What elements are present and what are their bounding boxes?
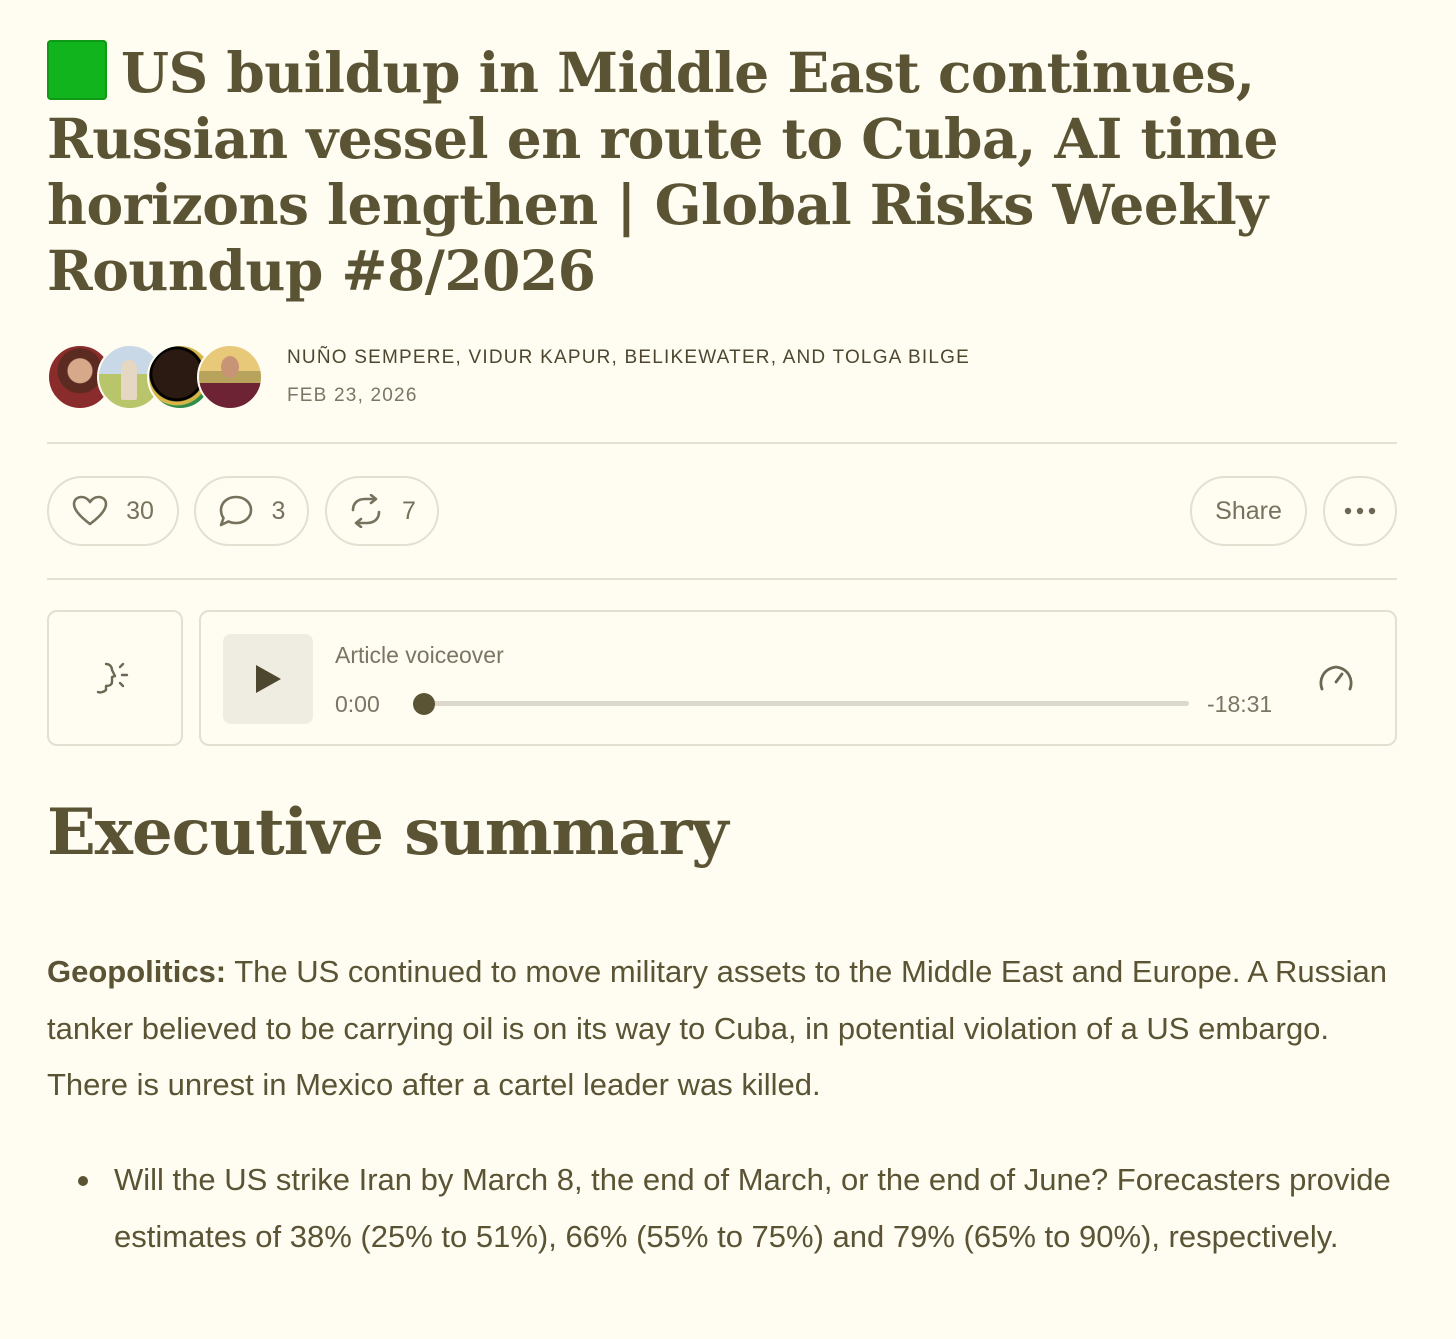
divider	[47, 442, 1397, 444]
like-count: 30	[126, 496, 154, 525]
share-label: Share	[1215, 496, 1282, 525]
comment-bubble-icon	[219, 495, 252, 527]
geopolitics-text: The US continued to move military assets…	[47, 954, 1387, 1102]
more-options-button[interactable]	[1323, 476, 1397, 546]
restack-button[interactable]: 7	[325, 476, 439, 546]
author-avatars[interactable]	[47, 344, 265, 410]
ellipsis-icon	[1344, 507, 1376, 515]
section-heading: Executive summary	[47, 795, 729, 870]
geopolitics-paragraph: Geopolitics: The US continued to move mi…	[47, 944, 1407, 1114]
voiceover-label: Article voiceover	[335, 642, 504, 668]
voiceover-voice-button[interactable]	[47, 610, 183, 746]
author-names[interactable]: NUÑO SEMPERE, VIDUR KAPUR, BELIKEWATER, …	[287, 347, 970, 369]
divider	[47, 578, 1397, 580]
like-button[interactable]: 30	[47, 476, 179, 546]
heart-icon	[72, 495, 108, 526]
speaking-head-icon	[96, 662, 129, 694]
play-button[interactable]	[223, 634, 313, 724]
playback-speed-button[interactable]	[1317, 662, 1355, 701]
restack-arrows-icon	[351, 494, 381, 528]
post-title: US buildup in Middle East continues, Rus…	[47, 40, 1427, 304]
comment-button[interactable]: 3	[194, 476, 309, 546]
post-date: FEB 23, 2026	[287, 385, 418, 406]
progress-handle[interactable]	[413, 693, 435, 715]
avatar[interactable]	[197, 344, 263, 410]
time-remaining: -18:31	[1207, 691, 1273, 717]
speedometer-icon	[1319, 665, 1353, 691]
time-elapsed: 0:00	[335, 691, 380, 717]
share-button[interactable]: Share	[1190, 476, 1307, 546]
author-info: NUÑO SEMPERE, VIDUR KAPUR, BELIKEWATER, …	[287, 347, 970, 407]
green-square-emoji-icon	[47, 40, 107, 100]
post-title-text: US buildup in Middle East continues, Rus…	[47, 40, 1278, 303]
geopolitics-label: Geopolitics:	[47, 954, 227, 989]
list-item: Will the US strike Iran by March 8, the …	[47, 1152, 1407, 1265]
bullet-list: Will the US strike Iran by March 8, the …	[47, 1152, 1407, 1265]
comment-count: 3	[271, 496, 286, 525]
progress-slider[interactable]	[413, 693, 1189, 715]
restack-count: 7	[402, 496, 416, 525]
play-icon	[256, 665, 281, 693]
byline: NUÑO SEMPERE, VIDUR KAPUR, BELIKEWATER, …	[47, 342, 970, 412]
voiceover-player: Article voiceover 0:00 -18:31	[199, 610, 1397, 746]
